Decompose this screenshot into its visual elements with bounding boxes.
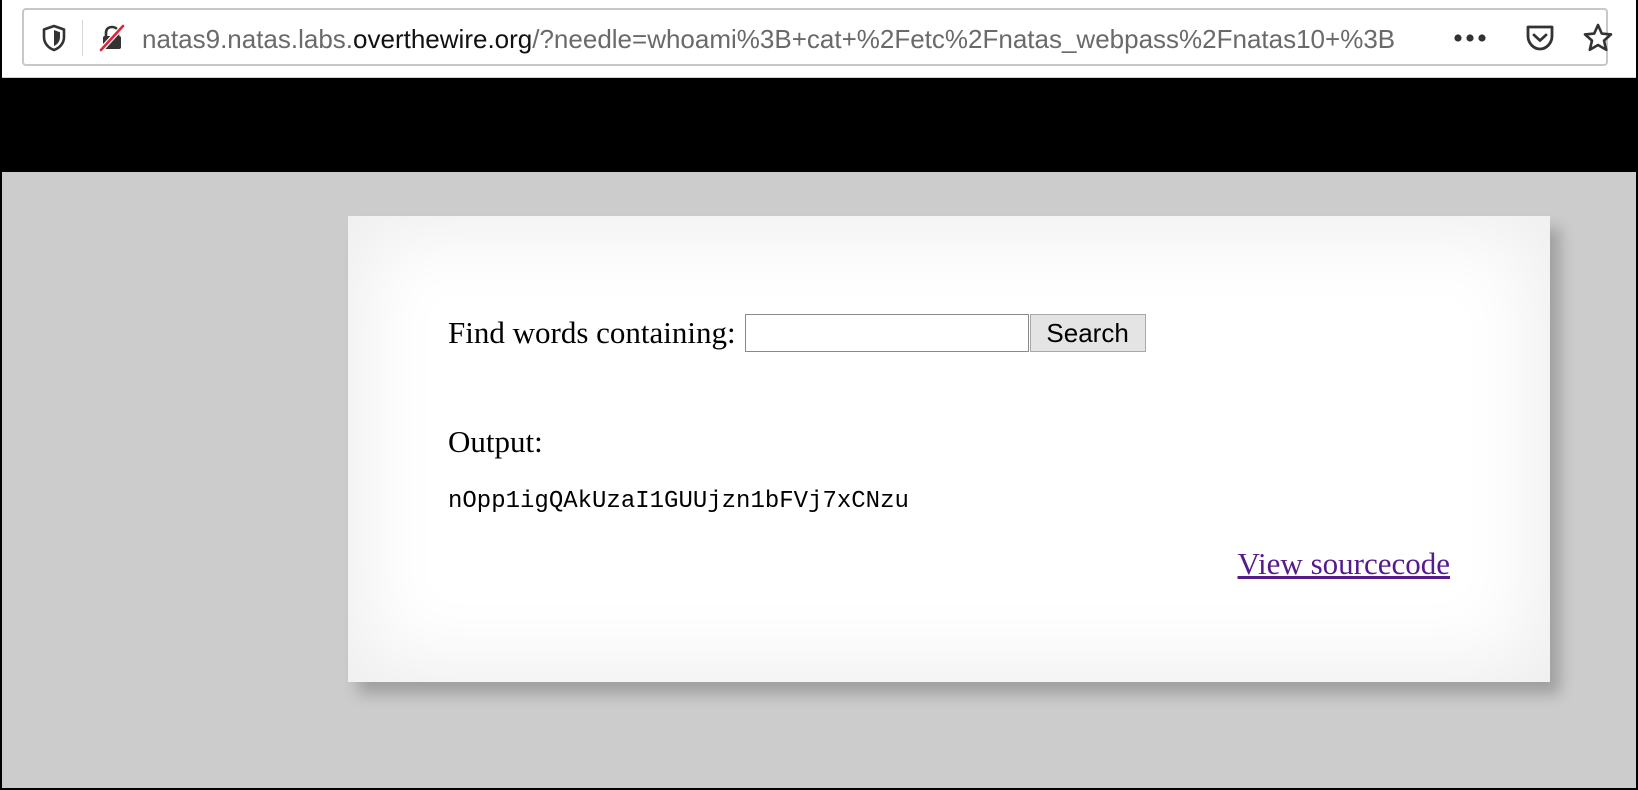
url-fade-overlay bbox=[1404, 20, 1450, 58]
search-form: Find words containing: Search bbox=[448, 314, 1146, 352]
insecure-lock-icon[interactable] bbox=[94, 20, 130, 56]
browser-window: natas9.natas.labs.overthewire.org/?needl… bbox=[0, 0, 1638, 790]
browser-toolbar: natas9.natas.labs.overthewire.org/?needl… bbox=[2, 0, 1636, 78]
output-label: Output: bbox=[448, 424, 543, 459]
needle-input[interactable] bbox=[744, 314, 1029, 352]
star-icon[interactable] bbox=[1580, 20, 1616, 56]
address-bar[interactable]: natas9.natas.labs.overthewire.org/?needl… bbox=[22, 8, 1613, 66]
pocket-icon[interactable] bbox=[1522, 20, 1558, 56]
page-header-band bbox=[2, 78, 1636, 172]
view-sourcecode-link[interactable]: View sourcecode bbox=[1238, 546, 1450, 582]
content-card: Find words containing: Search Output: nO… bbox=[348, 216, 1550, 682]
more-actions-icon[interactable] bbox=[1452, 20, 1488, 56]
find-words-label: Find words containing: bbox=[448, 315, 736, 350]
url-separator bbox=[82, 20, 83, 56]
url-text[interactable]: natas9.natas.labs.overthewire.org/?needl… bbox=[142, 22, 1450, 56]
shield-icon[interactable] bbox=[36, 20, 72, 56]
url-path: /?needle=whoami%3B+cat+%2Fetc%2Fnatas_we… bbox=[532, 24, 1396, 54]
search-button[interactable]: Search bbox=[1029, 314, 1146, 352]
url-prefix: natas9.natas.labs. bbox=[142, 24, 354, 54]
url-domain: overthewire.org bbox=[353, 24, 533, 54]
output-text: nOpp1igQAkUzaI1GUUjzn1bFVj7xCNzu bbox=[448, 488, 909, 515]
